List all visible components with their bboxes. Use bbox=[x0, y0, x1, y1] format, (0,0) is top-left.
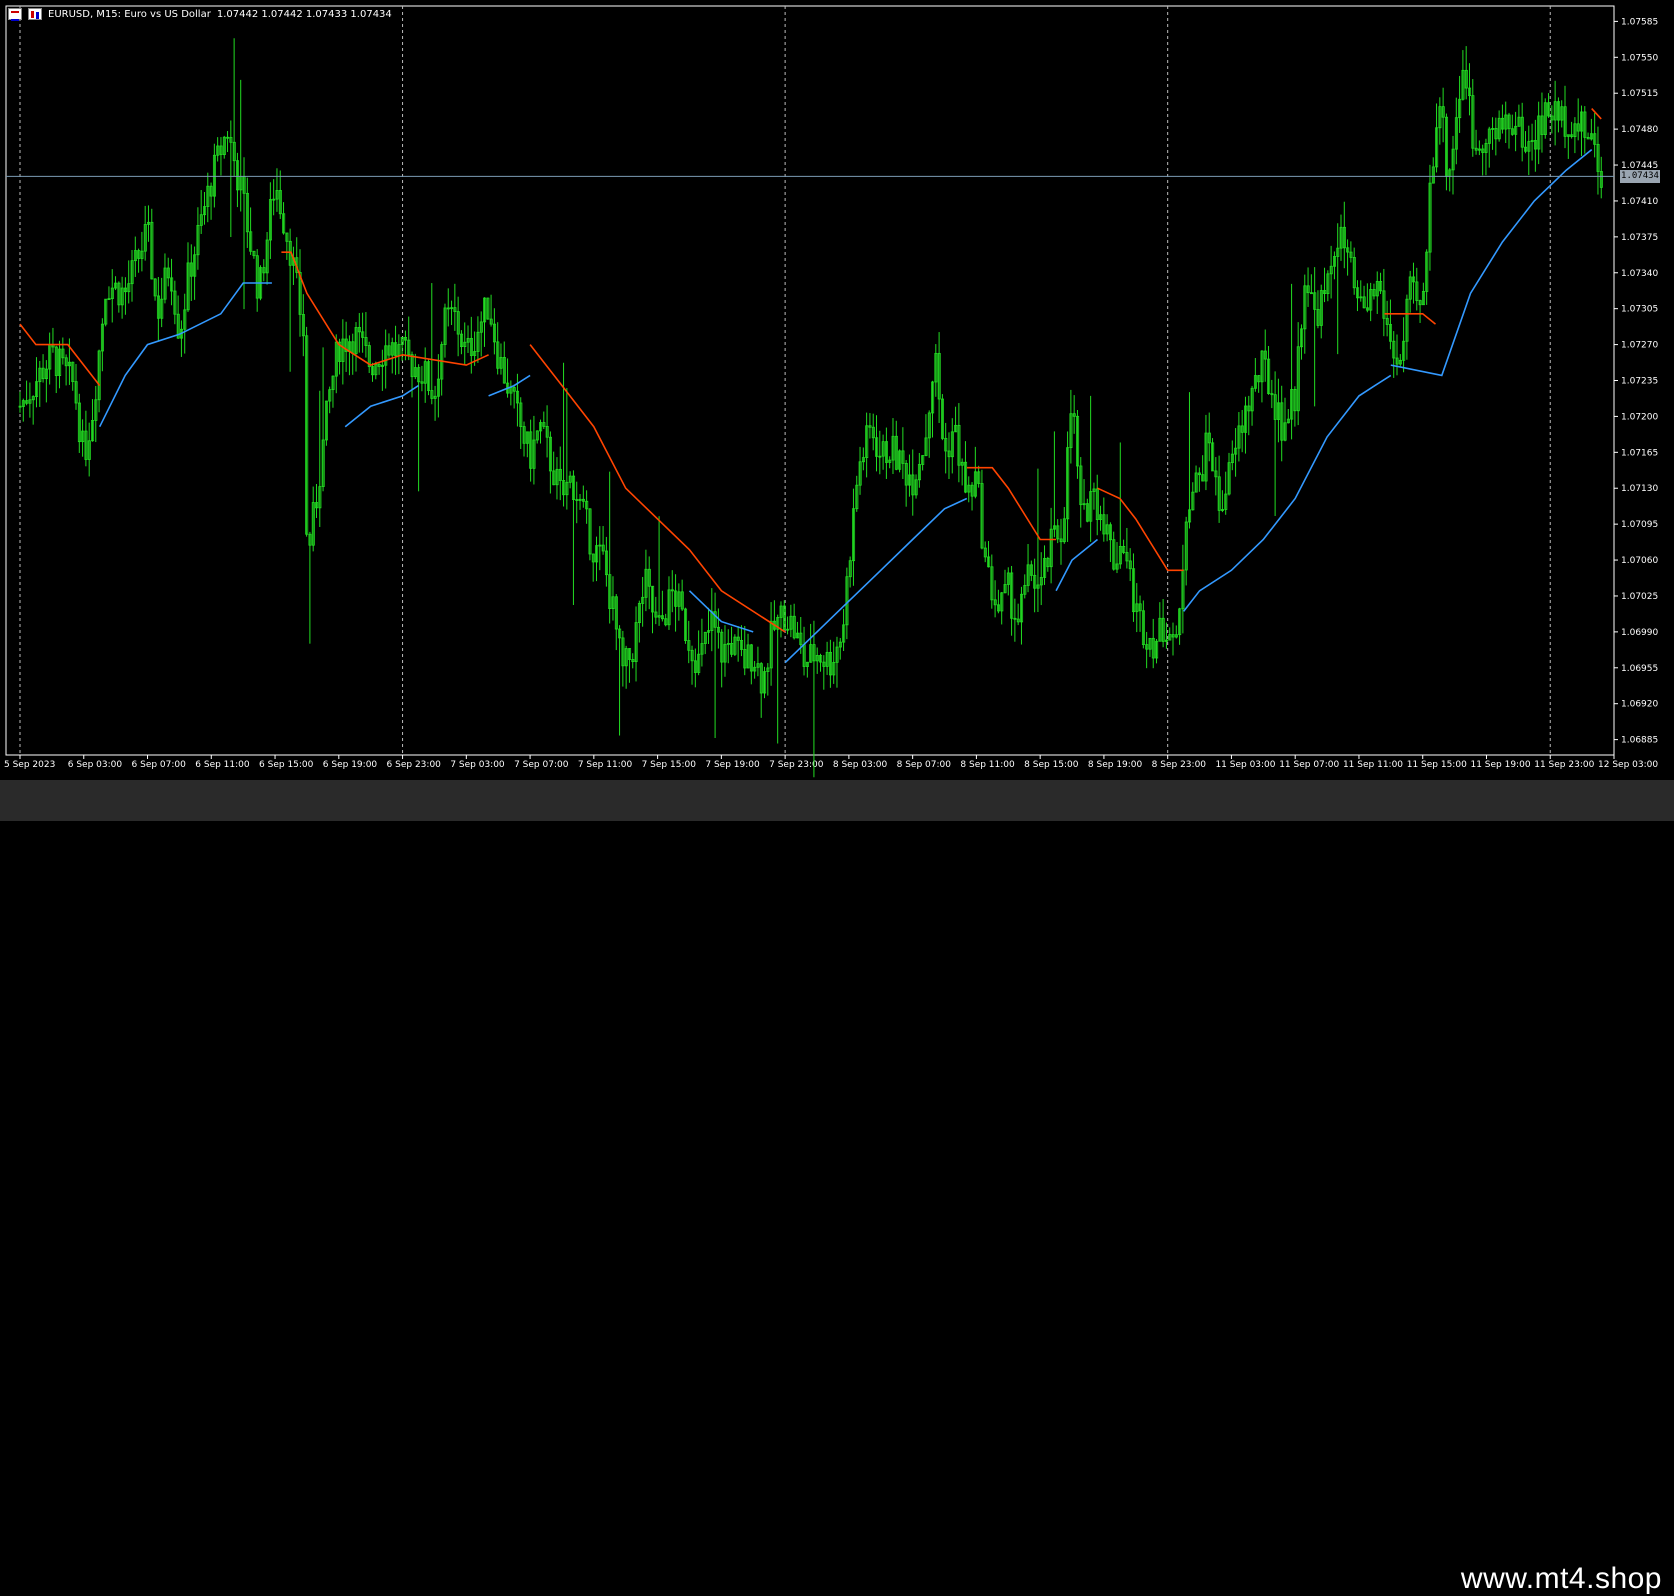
x-tick-label: 6 Sep 23:00 bbox=[387, 760, 442, 770]
x-tick-label: 7 Sep 23:00 bbox=[769, 760, 824, 770]
ma-segment-13 bbox=[1390, 148, 1593, 377]
symbol-title: EURUSD, M15: Euro vs US Dollar bbox=[48, 8, 211, 20]
x-tick-label: 11 Sep 07:00 bbox=[1279, 760, 1339, 770]
x-tick-label: 6 Sep 03:00 bbox=[68, 760, 123, 770]
x-tick-label: 8 Sep 15:00 bbox=[1024, 760, 1079, 770]
y-tick-label: 1.07270 bbox=[1621, 341, 1658, 351]
ma-segment-4 bbox=[488, 374, 531, 397]
x-tick-label: 7 Sep 03:00 bbox=[450, 760, 505, 770]
x-tick-label: 6 Sep 15:00 bbox=[259, 760, 314, 770]
y-tick-label: 1.07410 bbox=[1621, 197, 1658, 207]
x-tick-label: 6 Sep 07:00 bbox=[132, 760, 187, 770]
x-tick-label: 7 Sep 11:00 bbox=[578, 760, 633, 770]
x-tick-label: 5 Sep 2023 bbox=[4, 760, 55, 770]
x-tick-label: 7 Sep 15:00 bbox=[642, 760, 697, 770]
x-tick-label: 11 Sep 23:00 bbox=[1534, 760, 1594, 770]
y-tick-label: 1.07585 bbox=[1621, 17, 1658, 27]
x-tick-label: 11 Sep 19:00 bbox=[1470, 760, 1530, 770]
y-tick-label: 1.07305 bbox=[1621, 305, 1658, 315]
y-tick-label: 1.07550 bbox=[1621, 53, 1658, 63]
footer-bar: www.mt4.shop bbox=[0, 780, 1674, 1595]
ma-segment-12 bbox=[1384, 313, 1437, 325]
x-tick-label: 11 Sep 15:00 bbox=[1407, 760, 1467, 770]
chart-area[interactable]: EURUSD, M15: Euro vs US Dollar 1.07442 1… bbox=[0, 0, 1674, 780]
ma-segment-14 bbox=[1591, 108, 1602, 120]
ma-segment-11 bbox=[1182, 374, 1392, 612]
ma-segment-7 bbox=[784, 497, 968, 664]
y-tick-label: 1.07025 bbox=[1621, 592, 1658, 602]
x-tick-label: 8 Sep 11:00 bbox=[960, 760, 1015, 770]
x-tick-label: 6 Sep 19:00 bbox=[323, 760, 378, 770]
chart-type-icon bbox=[28, 8, 42, 20]
y-tick-label: 1.07515 bbox=[1621, 89, 1658, 99]
y-tick-label: 1.07340 bbox=[1621, 269, 1658, 279]
y-tick-label: 1.07375 bbox=[1621, 233, 1658, 243]
symbol-flag-icon bbox=[8, 8, 22, 21]
chart-header: EURUSD, M15: Euro vs US Dollar 1.07442 1… bbox=[8, 6, 392, 22]
x-tick-label: 11 Sep 03:00 bbox=[1215, 760, 1275, 770]
x-tick-label: 8 Sep 07:00 bbox=[897, 760, 952, 770]
x-tick-label: 12 Sep 03:00 bbox=[1598, 760, 1658, 770]
x-tick-label: 8 Sep 19:00 bbox=[1088, 760, 1143, 770]
price-chart[interactable]: 1.075851.075501.075151.074801.074451.074… bbox=[0, 0, 1674, 780]
y-tick-label: 1.07130 bbox=[1621, 484, 1658, 494]
x-tick-label: 7 Sep 07:00 bbox=[514, 760, 569, 770]
ma-segment-9 bbox=[1055, 538, 1099, 592]
watermark-text: www.mt4.shop bbox=[1460, 1562, 1662, 1595]
y-tick-label: 1.07480 bbox=[1621, 125, 1658, 135]
y-tick-label: 1.07165 bbox=[1621, 448, 1658, 458]
current-price-tag: 1.07434 bbox=[1620, 170, 1660, 184]
y-tick-label: 1.06955 bbox=[1621, 664, 1658, 674]
x-tick-label: 8 Sep 23:00 bbox=[1152, 760, 1207, 770]
y-tick-label: 1.07060 bbox=[1621, 556, 1658, 566]
y-tick-label: 1.06920 bbox=[1621, 700, 1658, 710]
y-tick-label: 1.07235 bbox=[1621, 377, 1658, 387]
x-tick-label: 6 Sep 11:00 bbox=[195, 760, 250, 770]
ohlc-values: 1.07442 1.07442 1.07433 1.07434 bbox=[216, 8, 392, 20]
x-tick-label: 11 Sep 11:00 bbox=[1343, 760, 1403, 770]
plot-border bbox=[5, 5, 1615, 756]
ma-segment-3 bbox=[344, 384, 419, 428]
ma-segment-6 bbox=[688, 590, 754, 633]
y-tick-label: 1.06885 bbox=[1621, 736, 1658, 746]
x-tick-label: 8 Sep 03:00 bbox=[833, 760, 888, 770]
x-tick-label: 7 Sep 19:00 bbox=[705, 760, 760, 770]
y-tick-label: 1.06990 bbox=[1621, 628, 1658, 638]
y-tick-label: 1.07095 bbox=[1621, 520, 1658, 530]
y-tick-label: 1.07200 bbox=[1621, 412, 1658, 422]
